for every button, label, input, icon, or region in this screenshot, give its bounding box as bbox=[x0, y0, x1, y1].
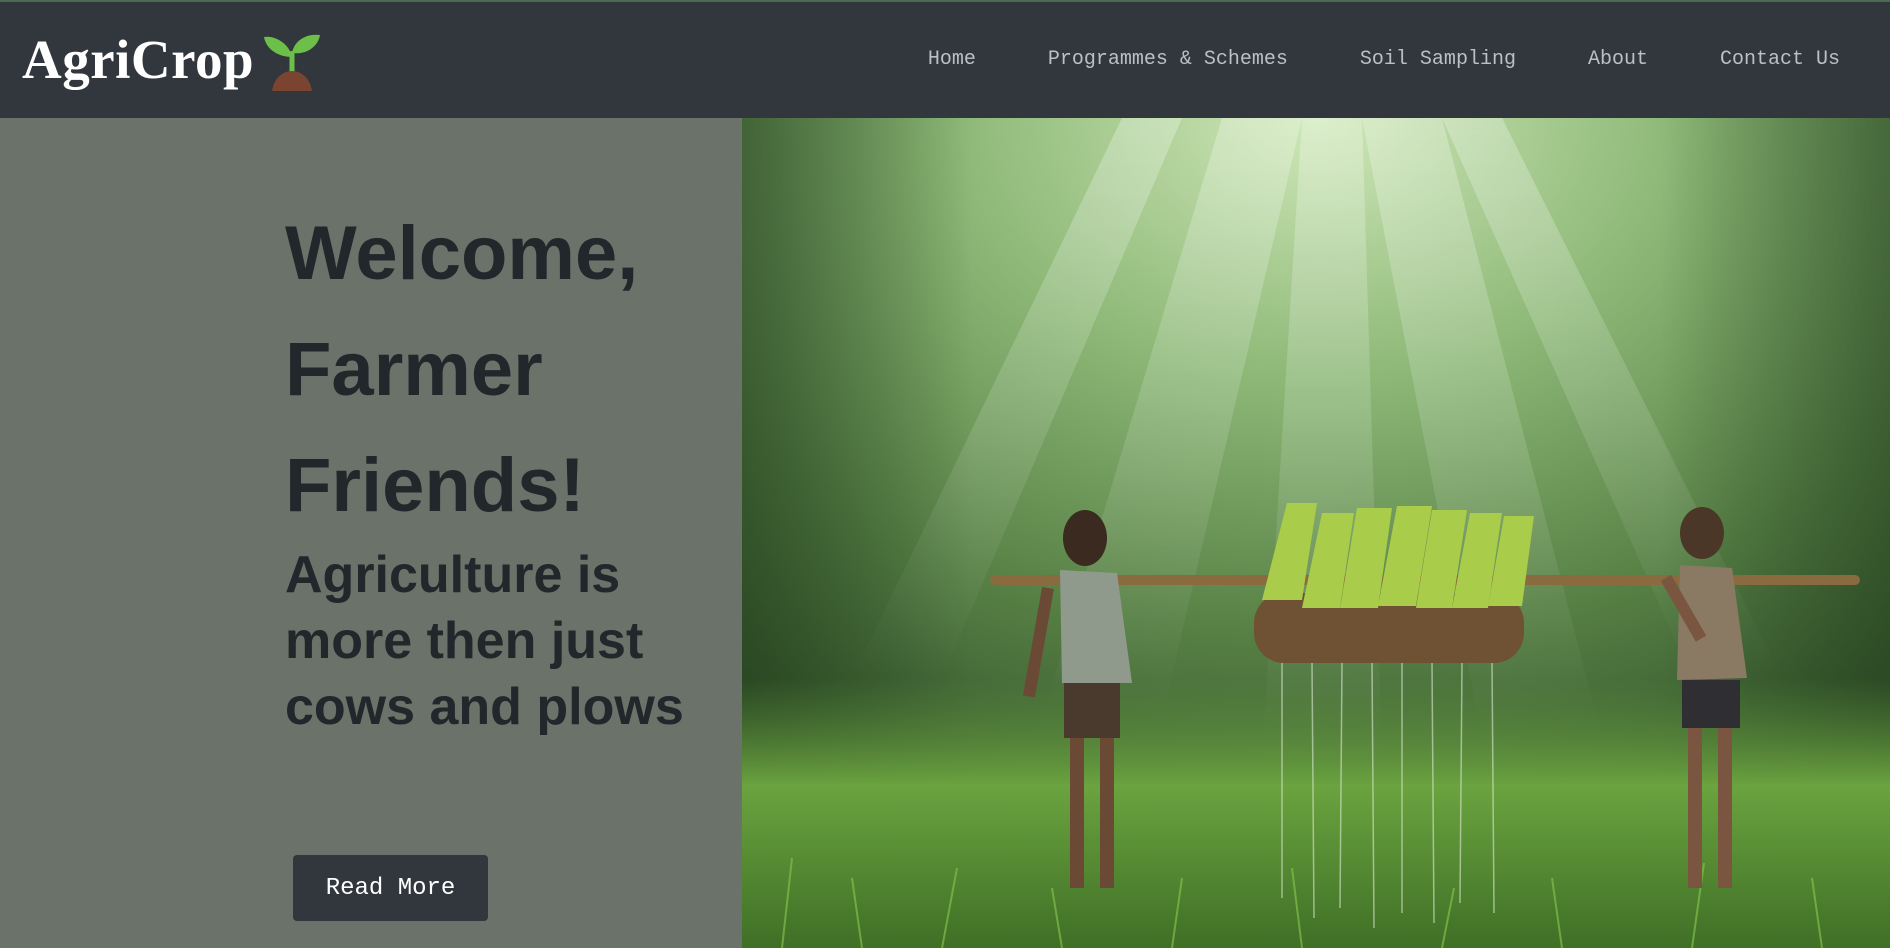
hero-text-panel: Welcome, Farmer Friends! Agriculture is … bbox=[0, 118, 742, 948]
hero-title-line-2: Farmer bbox=[285, 327, 543, 412]
main-nav: Home Programmes & Schemes Soil Sampling … bbox=[856, 2, 1840, 116]
hero-title-line-1: Welcome, bbox=[285, 211, 639, 296]
nav-programmes-schemes[interactable]: Programmes & Schemes bbox=[1048, 48, 1288, 71]
brand-name: AgriCrop bbox=[22, 28, 255, 90]
nav-contact-us[interactable]: Contact Us bbox=[1720, 48, 1840, 71]
sprout-icon bbox=[264, 34, 321, 91]
top-navbar: AgriCrop Home Programmes & Schemes Soil … bbox=[0, 0, 1890, 118]
read-more-button[interactable]: Read More bbox=[293, 855, 488, 921]
hero-title-line-3: Friends! bbox=[285, 443, 585, 528]
nav-about[interactable]: About bbox=[1588, 48, 1648, 71]
nav-soil-sampling[interactable]: Soil Sampling bbox=[1360, 48, 1516, 71]
brand-logo[interactable]: AgriCrop bbox=[22, 24, 322, 94]
hero-photo bbox=[742, 118, 1890, 948]
hero-title: Welcome, Farmer Friends! bbox=[285, 196, 725, 544]
nav-home[interactable]: Home bbox=[928, 48, 976, 71]
hero-subtitle: Agriculture is more then just cows and p… bbox=[285, 546, 684, 736]
hero-image bbox=[742, 118, 1890, 948]
